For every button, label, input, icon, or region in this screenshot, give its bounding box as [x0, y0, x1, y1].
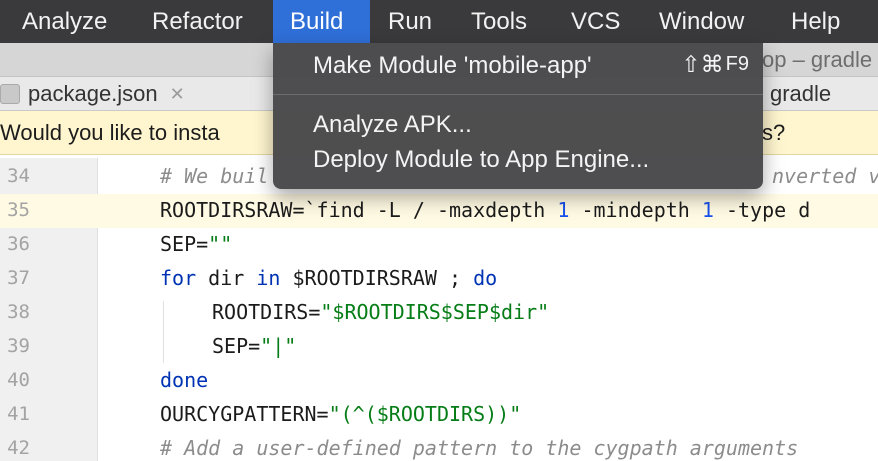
code-line: 38 ROOTDIRS="$ROOTDIRS$SEP$dir" — [0, 296, 878, 330]
make-module-shortcut: ⇧⌘ F9 — [681, 51, 749, 78]
code-line: 41 OURCYGPATTERN="(^($ROOTDIRS))" — [0, 398, 878, 432]
menu-item-deploy-module[interactable]: Deploy Module to App Engine... — [313, 143, 649, 177]
code-text: OURCYGPATTERN="(^($ROOTDIRS))" — [160, 402, 521, 426]
shortcut-key: F9 — [725, 53, 749, 75]
build-menu-dropdown: Make Module 'mobile-app' ⇧⌘ F9 Analyze AP… — [273, 43, 763, 189]
tab-label: package.json — [28, 81, 158, 106]
menu-vcs[interactable]: VCS — [571, 0, 620, 43]
code-token: ROOTDIRSRAW=`find -L / -maxdepth — [160, 198, 558, 222]
code-token: dir — [196, 266, 257, 290]
code-string: "$ROOTDIRS$SEP$dir" — [320, 300, 550, 324]
line-number: 39 — [7, 335, 30, 357]
code-keyword: do — [473, 266, 498, 290]
code-token: SEP= — [160, 232, 209, 256]
code-text: ROOTDIRSRAW=`find -L / -maxdepth 1 -mind… — [160, 198, 810, 222]
notification-text-end: s? — [762, 119, 786, 145]
menu-separator — [273, 94, 763, 95]
code-number: 1 — [701, 198, 714, 222]
code-line: 42 # Add a user-defined pattern to the c… — [0, 432, 878, 461]
code-line: 37 for dir in $ROOTDIRSRAW ; do — [0, 262, 878, 296]
code-comment: # Add a user-defined pattern to the cygp… — [160, 436, 799, 460]
line-number: 37 — [7, 267, 30, 289]
line-number: 41 — [7, 403, 30, 425]
code-text: SEP="|" — [212, 334, 296, 358]
code-token: -mindepth — [569, 198, 702, 222]
menu-refactor[interactable]: Refactor — [152, 0, 243, 43]
code-string: "|" — [260, 334, 297, 358]
json-file-icon — [0, 84, 20, 104]
menu-run[interactable]: Run — [388, 0, 432, 43]
menu-build[interactable]: Build — [273, 0, 370, 43]
code-token: SEP= — [212, 334, 261, 358]
menu-bar: Analyze Refactor Build Run Tools VCS Win… — [0, 0, 878, 43]
code-line: 40 done — [0, 364, 878, 398]
menu-item-analyze-apk[interactable]: Analyze APK... — [313, 108, 472, 142]
code-text: ROOTDIRS="$ROOTDIRS$SEP$dir" — [212, 300, 549, 324]
menu-help[interactable]: Help — [791, 0, 840, 43]
code-token: $ROOTDIRSRAW ; — [280, 266, 474, 290]
shortcut-modifiers: ⇧⌘ — [681, 51, 724, 77]
code-editor[interactable]: 34 # We buil nverted v 35 ROOTDIRSRAW=`f… — [0, 158, 878, 461]
code-keyword: in — [256, 266, 281, 290]
code-keyword: done — [160, 368, 209, 392]
code-comment: nverted v — [772, 164, 878, 188]
code-text: for dir in $ROOTDIRSRAW ; do — [160, 266, 497, 290]
code-string: "(^($ROOTDIRS))" — [328, 402, 522, 426]
code-text: SEP="" — [160, 232, 232, 256]
code-line: 39 SEP="|" — [0, 330, 878, 364]
code-comment: # We buil — [160, 164, 269, 188]
menu-tools[interactable]: Tools — [471, 0, 527, 43]
line-number: 34 — [7, 165, 30, 187]
code-string: "" — [208, 232, 233, 256]
line-number: 38 — [7, 301, 30, 323]
line-number: 42 — [7, 437, 30, 459]
menu-analyze[interactable]: Analyze — [22, 0, 107, 43]
tab-gradle[interactable]: gradle — [770, 77, 831, 111]
tab-package-json[interactable]: package.json ✕ — [0, 77, 185, 111]
code-token: ROOTDIRS= — [212, 300, 321, 324]
code-line-current: 35 ROOTDIRSRAW=`find -L / -maxdepth 1 -m… — [0, 194, 878, 228]
menu-item-make-module[interactable]: Make Module 'mobile-app' — [313, 49, 592, 83]
code-number: 1 — [557, 198, 570, 222]
code-token: -type d — [713, 198, 811, 222]
close-icon[interactable]: ✕ — [170, 84, 185, 105]
code-token: OURCYGPATTERN= — [160, 402, 329, 426]
code-line: 36 SEP="" — [0, 228, 878, 262]
notification-text: Would you like to insta — [0, 119, 220, 145]
window-title: op – gradle — [762, 47, 873, 72]
line-number: 35 — [7, 199, 30, 221]
line-number: 36 — [7, 233, 30, 255]
tab-label: gradle — [770, 81, 832, 106]
line-number: 40 — [7, 369, 30, 391]
menu-window[interactable]: Window — [659, 0, 744, 43]
code-keyword: for — [160, 266, 197, 290]
